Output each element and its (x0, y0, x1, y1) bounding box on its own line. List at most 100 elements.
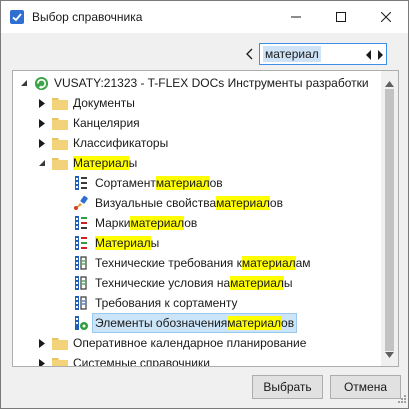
tree-item-designation-elements[interactable]: Элементы обозначения материал ов (13, 313, 381, 333)
catalog-list-icon (73, 175, 89, 191)
scrollbar-thumb[interactable] (385, 89, 394, 351)
catalog-list-green-icon (73, 215, 89, 231)
search-collapse-button[interactable] (242, 44, 258, 64)
folder-icon (52, 95, 68, 111)
search-match-text: материал (155, 176, 210, 190)
collapsed-arrow-icon[interactable] (37, 138, 47, 148)
tree-item-documents[interactable]: Документы (13, 93, 381, 113)
tree-item-classifiers[interactable]: Классификаторы (13, 133, 381, 153)
tree-item-system-catalogs[interactable]: Системные справочники (13, 353, 381, 367)
triangle-right-icon (378, 50, 383, 60)
tree-item-planning[interactable]: Оперативное календарное планирование (13, 333, 381, 353)
expanded-arrow-icon[interactable] (19, 78, 29, 88)
node-label: Марки материал ов (93, 214, 199, 232)
catalog-list-red-icon (73, 235, 89, 251)
folder-icon (52, 355, 68, 366)
vertical-scrollbar[interactable] (381, 71, 398, 366)
node-label: Элементы обозначения материал ов (91, 313, 298, 333)
tree-root[interactable]: VUSATY:21323 - T-FLEX DOCs Инструменты р… (13, 73, 381, 93)
catalog-doc-icon (73, 275, 89, 291)
node-label: Материал ы (71, 154, 139, 172)
search-next-button[interactable] (377, 49, 383, 63)
node-label-text: ов (184, 216, 198, 230)
tree-item-sortament-requirements[interactable]: Требования к сортаменту (13, 293, 381, 313)
node-label: Материал ы (93, 234, 161, 252)
node-label-text: ов (209, 176, 223, 190)
scroll-up-icon[interactable] (385, 76, 394, 90)
collapsed-arrow-icon[interactable] (37, 118, 47, 128)
node-label-text: Визуальные свойства (95, 196, 217, 210)
server-icon (33, 75, 49, 91)
tree-item-office[interactable]: Канцелярия (13, 113, 381, 133)
search-match-text: материал (130, 216, 185, 230)
search-input[interactable]: материал (259, 43, 387, 65)
expanded-arrow-icon[interactable] (37, 158, 47, 168)
close-button[interactable] (363, 1, 408, 33)
node-label-text: Классификаторы (73, 136, 169, 150)
collapsed-arrow-icon[interactable] (37, 98, 47, 108)
node-label-text: ы (150, 236, 160, 250)
node-label: Требования к сортаменту (93, 294, 240, 312)
search-match-text: Материал (73, 156, 129, 170)
resize-grip-icon[interactable] (396, 392, 406, 406)
node-label-text: ов (269, 196, 283, 210)
close-icon (380, 12, 391, 22)
minimize-button[interactable] (273, 1, 318, 33)
node-label-text: ам (295, 256, 311, 270)
catalog-doc-icon (73, 255, 89, 271)
tree-item-visual-properties[interactable]: Визуальные свойства материал ов (13, 193, 381, 213)
node-label: Классификаторы (71, 134, 170, 152)
folder-open-icon (52, 155, 68, 171)
node-label-text: Канцелярия (73, 116, 140, 130)
search-value: материал (263, 46, 321, 62)
search-row: материал (1, 41, 408, 67)
scroll-down-icon[interactable] (385, 347, 394, 361)
search-match-text: материал (241, 256, 296, 270)
paint-brush-icon (73, 195, 89, 211)
cancel-button[interactable]: Отмена (330, 375, 401, 399)
node-label: Системные справочники (71, 354, 212, 367)
node-label: Сортамент материал ов (93, 174, 225, 192)
folder-icon (52, 335, 68, 351)
node-label-text: Сортамент (95, 176, 156, 190)
search-match-text: Материал (95, 236, 151, 250)
search-match-text: материал (216, 196, 270, 210)
node-label-text: Элементы обозначения (95, 316, 228, 330)
node-label: Оперативное календарное планирование (71, 334, 308, 352)
window-title: Выбор справочника (32, 10, 143, 24)
title-bar[interactable]: Выбор справочника (1, 1, 408, 33)
node-label-text: Системные справочники (73, 356, 210, 367)
search-prev-button[interactable] (366, 49, 372, 63)
tree-item-tech-conditions[interactable]: Технические условия на материал ы (13, 273, 381, 293)
tree-root-label: VUSATY:21323 - T-FLEX DOCs Инструменты р… (54, 76, 369, 90)
node-label-text: ы (128, 156, 138, 170)
select-button[interactable]: Выбрать (252, 375, 323, 399)
node-label-text: Документы (73, 96, 135, 110)
tree-item-grades[interactable]: Марки материал ов (13, 213, 381, 233)
collapsed-arrow-icon[interactable] (37, 358, 47, 366)
maximize-button[interactable] (318, 1, 363, 33)
search-match-text: материал (227, 316, 282, 330)
tree-item-materials[interactable]: Материал ы (13, 233, 381, 253)
node-label-text: Оперативное календарное планирование (73, 336, 307, 350)
folder-icon (52, 115, 68, 131)
node-label: Документы (71, 94, 137, 112)
node-label: Визуальные свойства материал ов (93, 194, 285, 212)
node-label-text: Технические условия на (95, 276, 231, 290)
catalog-doc-icon (73, 295, 89, 311)
collapsed-arrow-icon[interactable] (37, 338, 47, 348)
chevron-left-icon (246, 48, 253, 60)
minimize-icon (290, 16, 301, 18)
tree-item-tech-requirements[interactable]: Технические требования к материал ам (13, 253, 381, 273)
folder-icon (52, 135, 68, 151)
node-label: Технические условия на материал ы (93, 274, 295, 292)
tree-item-sortament[interactable]: Сортамент материал ов (13, 173, 381, 193)
tree-item-materials-folder[interactable]: Материал ы (13, 153, 381, 173)
app-icon (9, 9, 25, 25)
catalog-gear-icon (73, 315, 89, 331)
node-label-text: ов (281, 316, 295, 330)
catalog-tree[interactable]: VUSATY:21323 - T-FLEX DOCs Инструменты р… (12, 70, 399, 367)
triangle-left-icon (366, 50, 371, 60)
dialog-window: Выбор справочника материал VUSATY:21323 … (0, 0, 409, 409)
node-label-text: ы (283, 276, 293, 290)
